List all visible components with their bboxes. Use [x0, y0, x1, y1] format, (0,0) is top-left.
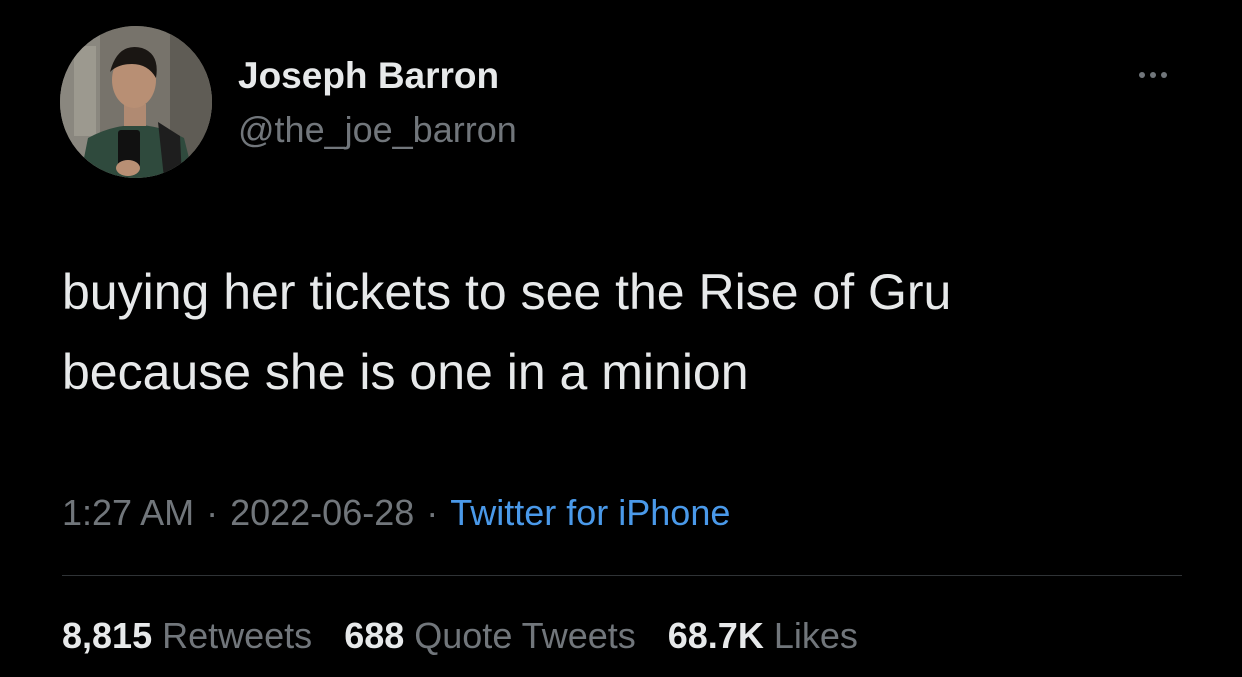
tweet-source-link[interactable]: Twitter for iPhone [450, 492, 730, 533]
avatar-photo [60, 26, 212, 178]
tweet-time[interactable]: 1:27 AM [62, 492, 194, 533]
tweet-text: buying her tickets to see the Rise of Gr… [62, 252, 1212, 412]
more-horizontal-icon-dot [1150, 72, 1156, 78]
tweet-detail: Joseph Barron @the_joe_barron buying her… [0, 0, 1242, 677]
likes-stat[interactable]: 68.7K Likes [668, 610, 858, 662]
more-horizontal-icon-dot [1161, 72, 1167, 78]
more-horizontal-icon [1139, 72, 1145, 78]
author-handle[interactable]: @the_joe_barron [238, 108, 517, 152]
likes-count: 68.7K [667, 615, 764, 656]
meta-separator: · [206, 492, 219, 533]
meta-separator: · [426, 492, 439, 533]
tweet-text-line: because she is one in a minion [62, 344, 749, 400]
more-options-button[interactable] [1126, 62, 1180, 88]
author-name[interactable]: Joseph Barron [238, 53, 499, 99]
author-avatar[interactable] [60, 26, 212, 178]
retweets-stat[interactable]: 8,815 Retweets [62, 610, 312, 662]
likes-label: Likes [773, 615, 858, 656]
tweet-meta: 1:27 AM · 2022-06-28 · Twitter for iPhone [62, 488, 730, 538]
tweet-stats: 8,815 Retweets 688 Quote Tweets 68.7K Likes [62, 610, 880, 662]
quote-tweets-stat[interactable]: 688 Quote Tweets [344, 610, 636, 662]
quote-tweets-label: Quote Tweets [414, 615, 636, 656]
quote-tweets-count: 688 [344, 615, 405, 656]
retweets-label: Retweets [162, 615, 313, 656]
tweet-text-line: buying her tickets to see the Rise of Gr… [62, 264, 952, 320]
divider [62, 575, 1182, 576]
tweet-date[interactable]: 2022-06-28 [230, 492, 414, 533]
retweets-count: 8,815 [62, 615, 153, 656]
